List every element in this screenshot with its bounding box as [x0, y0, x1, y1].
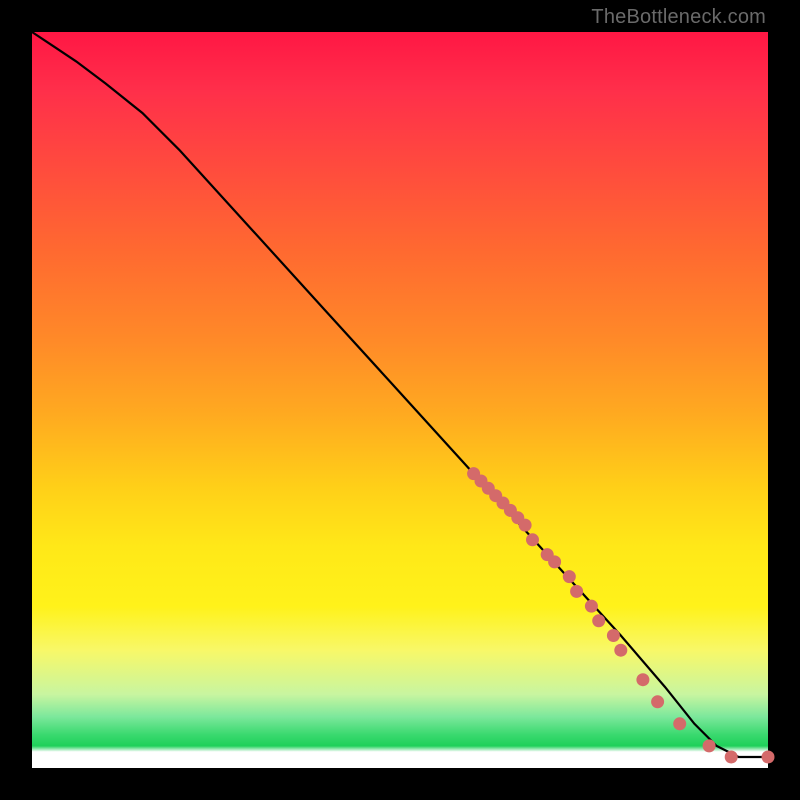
data-point — [636, 673, 649, 686]
data-point — [651, 695, 664, 708]
dots-group — [467, 467, 774, 763]
data-point — [607, 629, 620, 642]
curve-path — [32, 32, 768, 757]
data-point — [570, 585, 583, 598]
chart-container: TheBottleneck.com — [0, 0, 800, 800]
data-point — [673, 717, 686, 730]
attribution-label: TheBottleneck.com — [591, 6, 766, 29]
data-point — [614, 644, 627, 657]
data-point — [703, 739, 716, 752]
data-point — [548, 555, 561, 568]
data-point — [762, 751, 775, 764]
data-point — [585, 600, 598, 613]
plot-area — [32, 32, 768, 768]
data-point — [725, 751, 738, 764]
data-point — [519, 519, 532, 532]
data-point — [563, 570, 576, 583]
data-point — [592, 614, 605, 627]
data-point — [526, 533, 539, 546]
chart-overlay — [32, 32, 768, 768]
